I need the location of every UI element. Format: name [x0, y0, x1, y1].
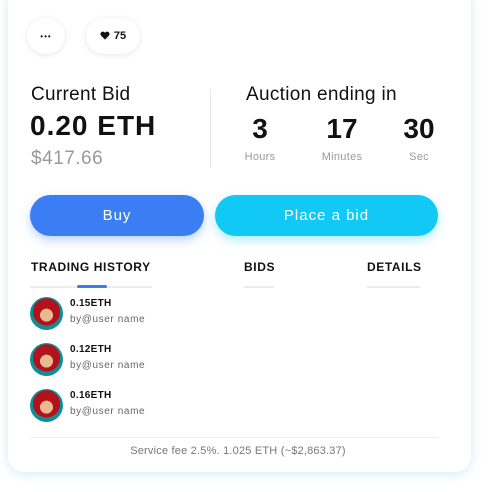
current-bid-label: Current Bid — [31, 84, 131, 105]
countdown-seconds-value: 30 — [403, 113, 435, 144]
footer-divider — [30, 437, 438, 438]
countdown-hours-unit: Hours — [244, 151, 276, 163]
likes-button[interactable]: 75 — [86, 18, 140, 54]
countdown-seconds-unit: Sec — [409, 151, 429, 163]
current-bid-usd: $417.66 — [31, 148, 104, 169]
tab-underline — [244, 286, 274, 288]
auction-card — [8, 0, 471, 472]
history-user: by@user name — [70, 360, 146, 371]
service-fee-text: Service fee 2.5%. 1.025 ETH (~$2,863.37) — [130, 445, 346, 457]
heart-icon — [100, 31, 110, 42]
countdown-minutes: 17 Minutes — [312, 113, 372, 163]
more-horizontal-icon: ••• — [40, 31, 52, 41]
countdown-hours-value: 3 — [252, 113, 268, 144]
countdown-seconds: 30 Sec — [389, 113, 449, 163]
buy-button[interactable]: Buy — [30, 195, 204, 236]
avatar — [30, 297, 63, 330]
history-user: by@user name — [70, 314, 146, 325]
tab-trading-history[interactable]: TRADING HISTORY — [31, 260, 151, 274]
tab-bids[interactable]: BIDS — [244, 260, 275, 274]
countdown-hours: 3 Hours — [230, 113, 290, 163]
history-amount: 0.12ETH — [70, 344, 112, 355]
likes-count: 75 — [113, 30, 127, 42]
avatar — [30, 389, 63, 422]
history-amount: 0.15ETH — [70, 298, 112, 309]
avatar — [30, 343, 63, 376]
tab-underline — [367, 286, 420, 288]
countdown-minutes-value: 17 — [326, 113, 358, 144]
active-tab-indicator — [77, 285, 107, 288]
more-options-button[interactable]: ••• — [27, 18, 65, 54]
auction-ending-label: Auction ending in — [246, 84, 397, 105]
history-user: by@user name — [70, 406, 146, 417]
tab-details[interactable]: DETAILS — [367, 260, 422, 274]
current-bid-eth: 0.20 ETH — [30, 110, 157, 141]
countdown-minutes-unit: Minutes — [321, 151, 363, 163]
history-amount: 0.16ETH — [70, 390, 112, 401]
section-divider — [210, 89, 211, 168]
place-bid-button[interactable]: Place a bid — [215, 195, 438, 236]
